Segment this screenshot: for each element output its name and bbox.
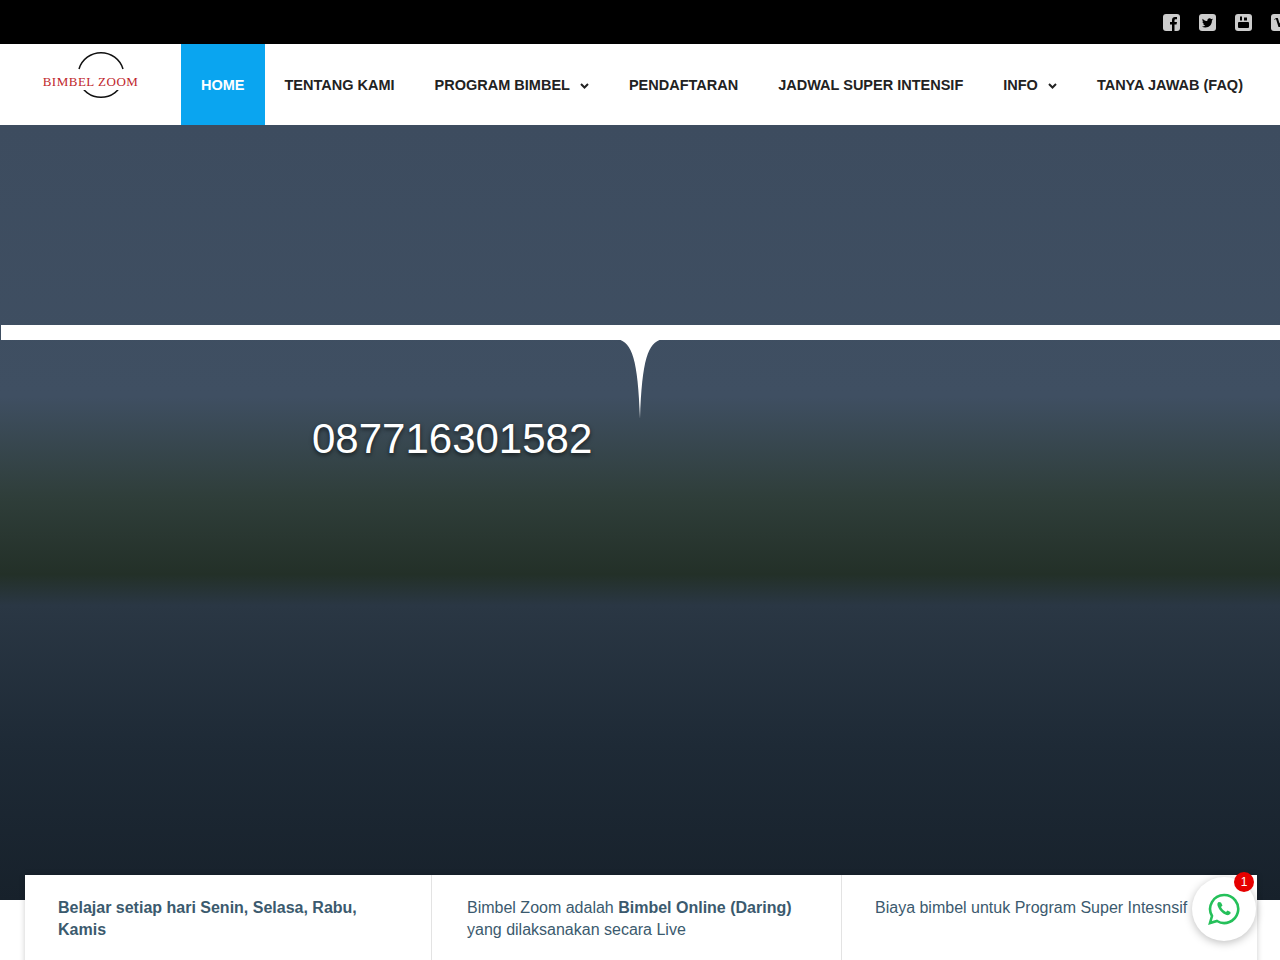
menu-item[interactable]: TENTANG KAMI	[265, 44, 415, 125]
menu-item[interactable]: PROGRAM BIMBEL	[415, 44, 609, 125]
hero-banner: 087716301582	[0, 125, 1280, 900]
youtube-icon[interactable]	[1235, 14, 1252, 31]
menu-item[interactable]: TANYA JAWAB (FAQ)	[1077, 44, 1263, 125]
whatsapp-button[interactable]: 1	[1192, 877, 1256, 941]
facebook-icon[interactable]	[1163, 14, 1180, 31]
hero-divider	[1, 325, 1280, 340]
logo[interactable]: BIMBEL ZOOM	[0, 44, 181, 125]
page: BIMBEL ZOOM HOMETENTANG KAMIPROGRAM BIMBE…	[0, 0, 1280, 960]
nav-bar: BIMBEL ZOOM HOMETENTANG KAMIPROGRAM BIMBE…	[0, 44, 1280, 125]
hero-photo	[0, 125, 1280, 900]
logo-text: BIMBEL ZOOM	[41, 74, 141, 90]
menu-item[interactable]: PENDAFTARAN	[609, 44, 758, 125]
chevron-down-icon	[580, 83, 589, 89]
whatsapp-icon	[1207, 892, 1241, 926]
drip-icon	[618, 339, 662, 419]
hero-phone: 087716301582	[312, 415, 592, 463]
top-bar	[0, 0, 1280, 44]
notification-badge: 1	[1234, 872, 1254, 892]
twitter-icon[interactable]	[1199, 14, 1216, 31]
menu-item[interactable]: INFO	[983, 44, 1077, 125]
chevron-down-icon	[1048, 83, 1057, 89]
info-card: Belajar setiap hari Senin, Selasa, Rabu,…	[25, 875, 432, 960]
menu-item[interactable]: HOME	[181, 44, 265, 125]
menu-item[interactable]: JADWAL SUPER INTENSIF	[758, 44, 983, 125]
vimeo-icon[interactable]	[1271, 14, 1280, 31]
info-cards: Belajar setiap hari Senin, Selasa, Rabu,…	[25, 875, 1257, 960]
info-card: Bimbel Zoom adalah Bimbel Online (Daring…	[432, 875, 842, 960]
main-menu: HOMETENTANG KAMIPROGRAM BIMBELPENDAFTARA…	[181, 44, 1263, 125]
social-links	[1163, 14, 1280, 31]
